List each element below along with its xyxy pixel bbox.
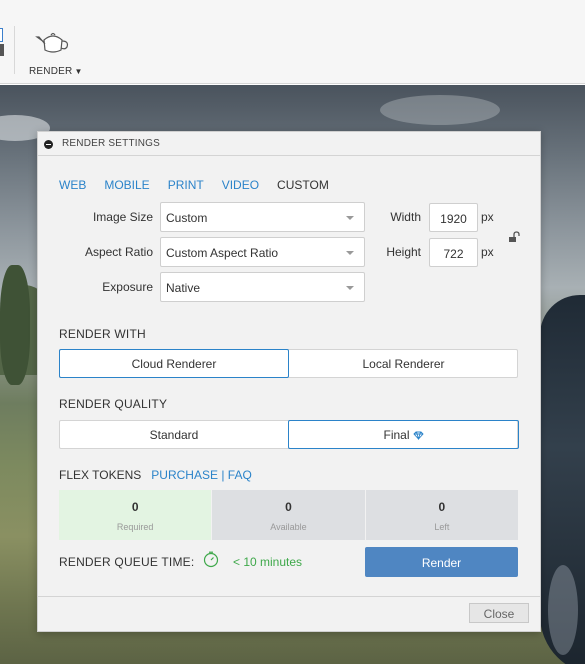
render-quality-segmented: Standard Final [59, 420, 519, 449]
exposure-value: Native [166, 281, 201, 295]
tab-print[interactable]: PRINT [168, 178, 204, 192]
image-size-select[interactable]: Custom [160, 202, 365, 232]
caret-down-icon: ▼ [74, 67, 83, 76]
collapse-icon[interactable] [44, 140, 53, 149]
cloud-renderer-button[interactable]: Cloud Renderer [59, 349, 289, 378]
tokens-required-caption: Required [116, 522, 154, 532]
close-button[interactable]: Close [469, 603, 529, 623]
render-menu[interactable]: RENDER ▼ [29, 66, 83, 77]
render-queue-label: RENDER QUEUE TIME: [59, 555, 195, 569]
exposure-label: Exposure [102, 280, 153, 294]
dropdown-arrow-icon [346, 216, 354, 220]
render-with-segmented: Cloud Renderer Local Renderer [59, 349, 518, 378]
flex-tokens-header: FLEX TOKENS PURCHASE | FAQ [59, 468, 252, 482]
tokens-available-value: 0 [285, 500, 292, 514]
timer-icon [203, 551, 219, 568]
image-size-label: Image Size [92, 210, 153, 224]
tokens-left-value: 0 [438, 500, 446, 514]
aspect-ratio-value: Custom Aspect Ratio [166, 246, 279, 260]
render-settings-dialog: RENDER SETTINGS WEB MOBILE PRINT VIDEO C… [37, 131, 541, 632]
render-button[interactable]: Render [365, 547, 518, 577]
width-input[interactable]: 1920 [429, 203, 478, 232]
preset-tabs: WEB MOBILE PRINT VIDEO CUSTOM [59, 178, 347, 192]
height-label: Height [386, 245, 421, 259]
tokens-available-caption: Available [270, 522, 307, 532]
exposure-select[interactable]: Native [160, 272, 365, 302]
dropdown-arrow-icon [346, 286, 354, 290]
width-label: Width [390, 210, 421, 224]
final-quality-label: Final [383, 428, 410, 442]
cloud [380, 95, 500, 125]
dialog-header: RENDER SETTINGS [38, 132, 540, 156]
tokens-left-caption: Left [434, 522, 450, 532]
tab-web[interactable]: WEB [59, 178, 86, 192]
diamond-icon [412, 431, 424, 440]
aspect-ratio-select[interactable]: Custom Aspect Ratio [160, 237, 365, 267]
toolbar: RENDER ▼ [0, 0, 585, 84]
width-unit: px [481, 210, 494, 224]
tokens-available: 0 Available [212, 490, 366, 540]
dialog-footer-divider [38, 596, 540, 597]
image-size-value: Custom [166, 211, 208, 225]
aspect-ratio-label: Aspect Ratio [84, 245, 153, 259]
render-queue-time: < 10 minutes [233, 555, 303, 569]
tokens-required-value: 0 [131, 500, 139, 514]
tokens-required: 0 Required [59, 490, 213, 540]
render-menu-label: RENDER [29, 66, 73, 77]
flex-tokens-title: FLEX TOKENS [59, 468, 142, 482]
tokens-left: 0 Left [365, 490, 518, 540]
tree [0, 265, 30, 385]
link-separator: | [221, 468, 225, 482]
tab-video[interactable]: VIDEO [222, 178, 259, 192]
faq-link[interactable]: FAQ [228, 468, 252, 482]
render-with-title: RENDER WITH [59, 327, 146, 341]
dropdown-arrow-icon [346, 251, 354, 255]
render-quality-title: RENDER QUALITY [59, 397, 168, 411]
teapot-icon[interactable] [34, 28, 72, 56]
final-quality-button[interactable]: Final [288, 420, 519, 449]
flex-tokens-table: 0 Required 0 Available 0 Left [59, 490, 518, 540]
car-highlight [548, 565, 578, 655]
height-input[interactable]: 722 [429, 238, 478, 267]
aspect-lock-icon[interactable] [508, 231, 520, 243]
dialog-title: RENDER SETTINGS [62, 138, 161, 149]
tab-mobile[interactable]: MOBILE [104, 178, 149, 192]
toolbar-divider [14, 26, 15, 74]
partial-toolbar-icon[interactable] [0, 28, 6, 58]
standard-quality-button[interactable]: Standard [59, 420, 289, 449]
height-unit: px [481, 245, 494, 259]
purchase-link[interactable]: PURCHASE [151, 468, 218, 482]
tab-custom[interactable]: CUSTOM [277, 178, 329, 192]
local-renderer-button[interactable]: Local Renderer [289, 349, 518, 378]
